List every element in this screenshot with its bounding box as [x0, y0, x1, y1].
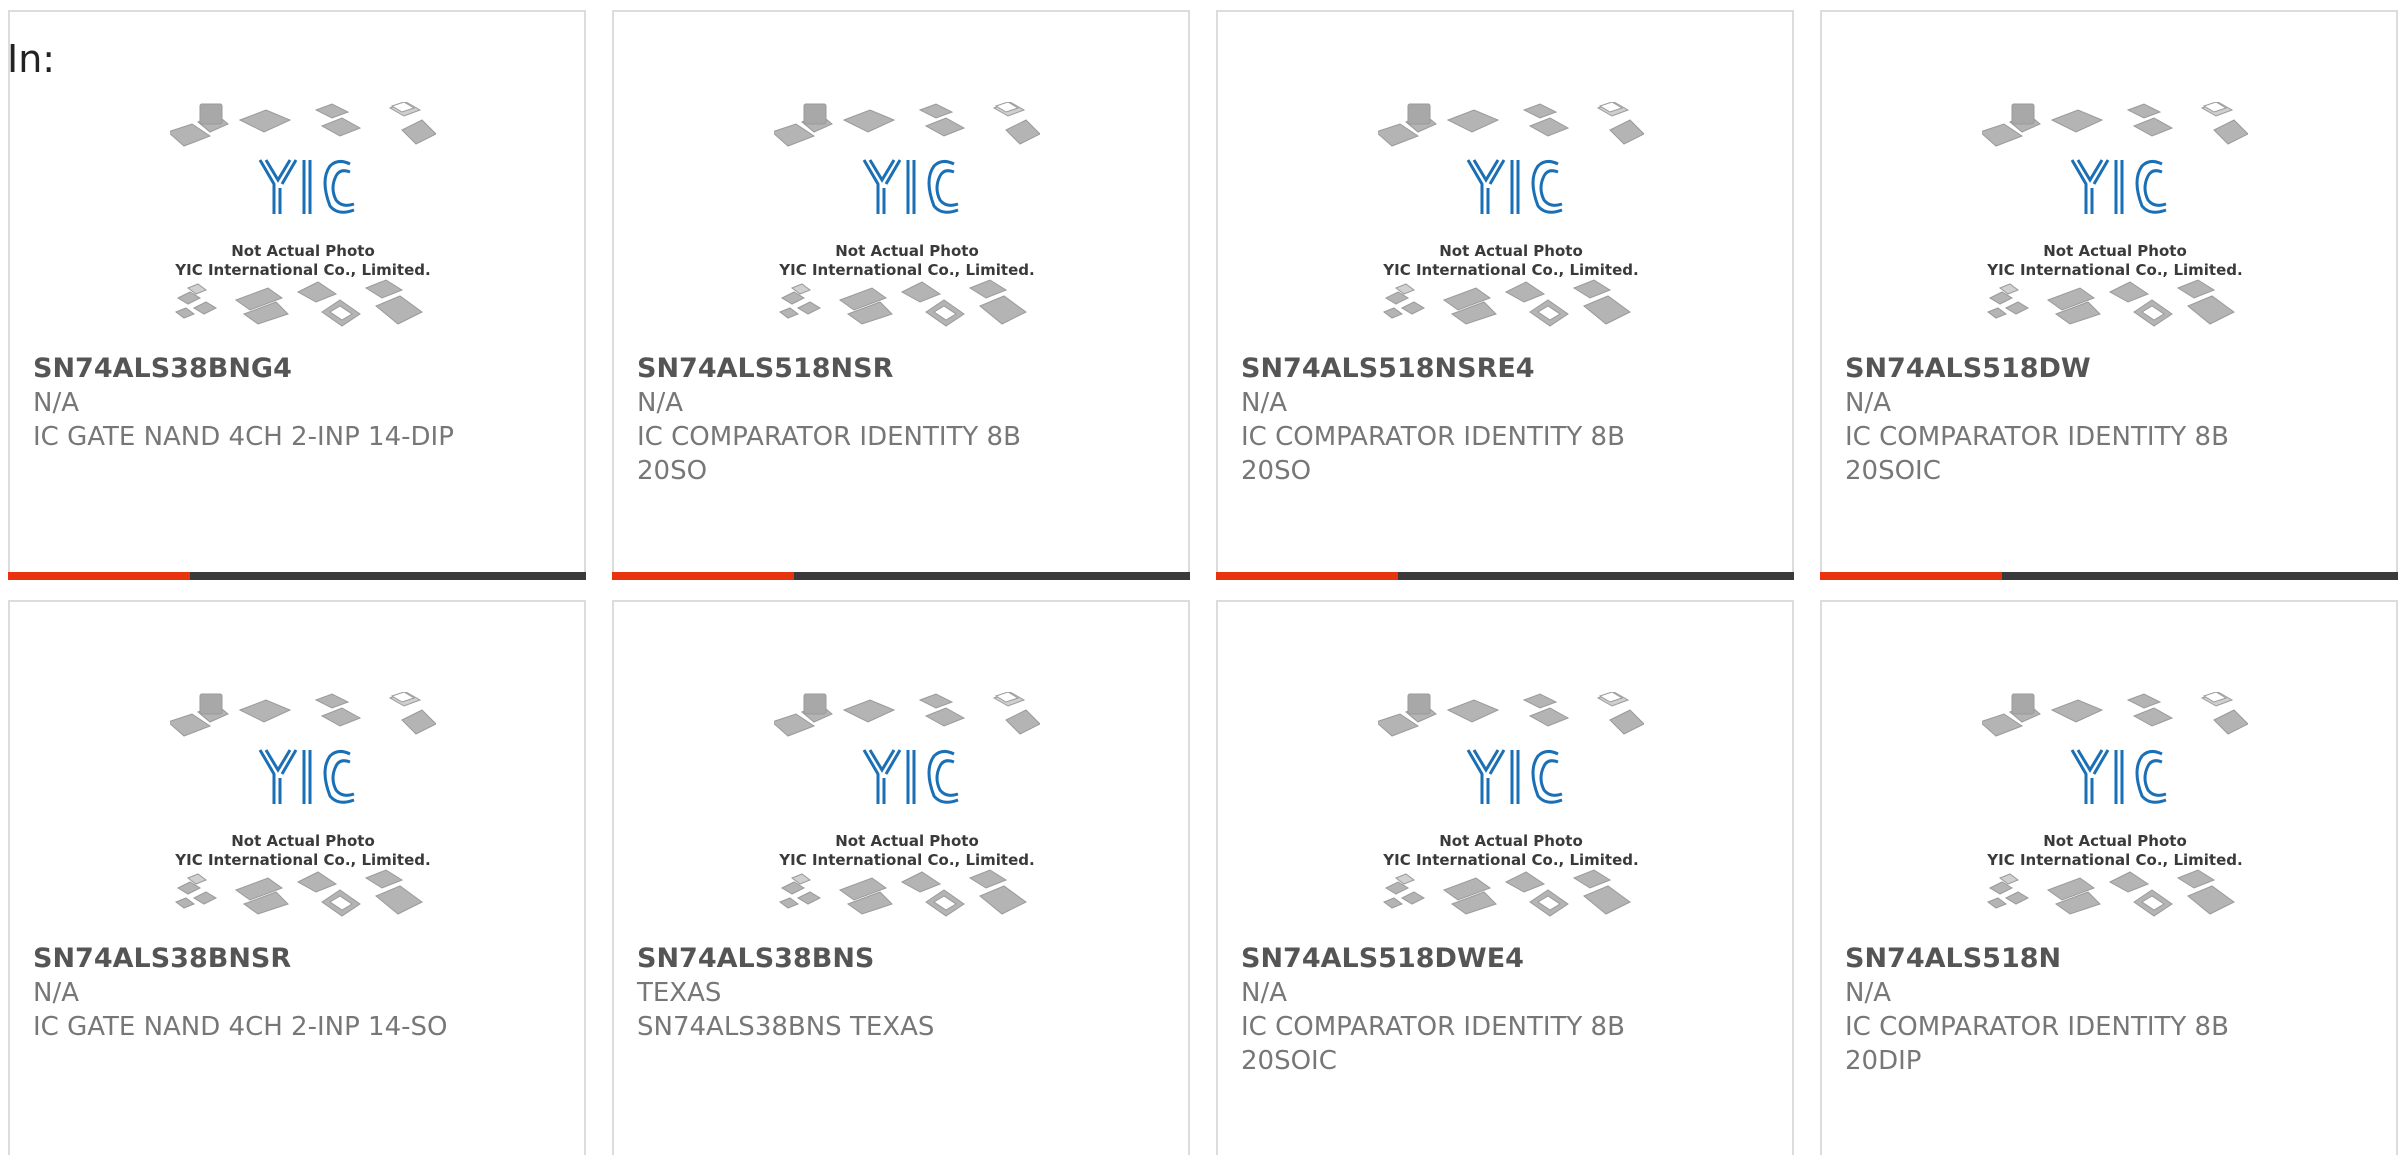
card-accent-bar — [1216, 572, 1398, 580]
description: IC COMPARATOR IDENTITY 8B 20DIP — [1845, 1012, 2229, 1076]
card-bottom-bar — [612, 572, 1190, 580]
product-photo-placeholder[interactable]: Not Actual Photo YIC International Co., L… — [1982, 102, 2248, 338]
product-card[interactable]: Not Actual Photo YIC International Co., L… — [1216, 600, 1794, 1155]
card-accent-bar — [8, 572, 190, 580]
photo-caption-line1: Not Actual Photo — [1439, 242, 1583, 260]
product-card[interactable]: Not Actual Photo YIC International Co., L… — [1820, 10, 2398, 580]
card-accent-bar — [612, 572, 794, 580]
part-number-link[interactable]: SN74ALS518N — [1845, 942, 2376, 976]
photo-caption-line1: Not Actual Photo — [2043, 242, 2187, 260]
photo-caption: Not Actual Photo YIC International Co., L… — [170, 242, 436, 280]
photo-caption: Not Actual Photo YIC International Co., L… — [774, 242, 1040, 280]
photo-caption-line2: YIC International Co., Limited. — [175, 851, 431, 869]
product-info: SN74ALS38BNG4 N/A IC GATE NAND 4CH 2-INP 1… — [33, 352, 564, 454]
description: IC COMPARATOR IDENTITY 8B 20SO — [1241, 422, 1625, 486]
photo-caption: Not Actual Photo YIC International Co., L… — [1378, 242, 1644, 280]
card-bottom-bar — [8, 572, 586, 580]
photo-caption-line1: Not Actual Photo — [231, 832, 375, 850]
product-info: SN74ALS518DWE4 N/A IC COMPARATOR IDENTITY … — [1241, 942, 1772, 1078]
part-number-link[interactable]: SN74ALS518NSRE4 — [1241, 352, 1772, 386]
description: IC COMPARATOR IDENTITY 8B 20SO — [637, 422, 1021, 486]
card-bottom-bar — [1820, 572, 2398, 580]
product-listing-page: In: Not Actual Photo YIC International C… — [0, 0, 2400, 1155]
manufacturer: N/A — [33, 388, 79, 418]
product-photo-placeholder[interactable]: Not Actual Photo YIC International Co., L… — [1982, 692, 2248, 928]
part-number-link[interactable]: SN74ALS518NSR — [637, 352, 1168, 386]
photo-caption-line2: YIC International Co., Limited. — [1383, 261, 1639, 279]
product-info: SN74ALS518N N/A IC COMPARATOR IDENTITY 8B … — [1845, 942, 2376, 1078]
product-card[interactable]: Not Actual Photo YIC International Co., L… — [8, 10, 586, 580]
photo-caption-line1: Not Actual Photo — [231, 242, 375, 260]
product-card[interactable]: Not Actual Photo YIC International Co., L… — [612, 600, 1190, 1155]
chip-packages-image — [1378, 102, 1644, 327]
chip-packages-image — [170, 102, 436, 327]
product-info: SN74ALS518NSRE4 N/A IC COMPARATOR IDENTITY… — [1241, 352, 1772, 488]
description: IC COMPARATOR IDENTITY 8B 20SOIC — [1241, 1012, 1625, 1076]
product-card[interactable]: Not Actual Photo YIC International Co., L… — [612, 10, 1190, 580]
product-card[interactable]: Not Actual Photo YIC International Co., L… — [8, 600, 586, 1155]
photo-caption: Not Actual Photo YIC International Co., L… — [170, 832, 436, 870]
manufacturer: N/A — [33, 978, 79, 1008]
card-accent-bar — [1820, 572, 2002, 580]
manufacturer: N/A — [1241, 388, 1287, 418]
part-number-link[interactable]: SN74ALS518DW — [1845, 352, 2376, 386]
description: IC COMPARATOR IDENTITY 8B 20SOIC — [1845, 422, 2229, 486]
photo-caption-line2: YIC International Co., Limited. — [1987, 261, 2243, 279]
photo-caption-line2: YIC International Co., Limited. — [175, 261, 431, 279]
part-number-link[interactable]: SN74ALS38BNSR — [33, 942, 564, 976]
chip-packages-image — [1378, 692, 1644, 917]
photo-caption-line2: YIC International Co., Limited. — [1383, 851, 1639, 869]
photo-caption-line1: Not Actual Photo — [835, 242, 979, 260]
part-number-link[interactable]: SN74ALS518DWE4 — [1241, 942, 1772, 976]
product-card[interactable]: Not Actual Photo YIC International Co., L… — [1820, 600, 2398, 1155]
photo-caption-line1: Not Actual Photo — [835, 832, 979, 850]
product-info: SN74ALS38BNSR N/A IC GATE NAND 4CH 2-INP 1… — [33, 942, 564, 1044]
manufacturer: TEXAS — [637, 978, 722, 1008]
part-number-link[interactable]: SN74ALS38BNG4 — [33, 352, 564, 386]
product-photo-placeholder[interactable]: Not Actual Photo YIC International Co., L… — [774, 102, 1040, 338]
chip-packages-image — [774, 692, 1040, 917]
photo-caption: Not Actual Photo YIC International Co., L… — [774, 832, 1040, 870]
product-card[interactable]: Not Actual Photo YIC International Co., L… — [1216, 10, 1794, 580]
product-info: SN74ALS518NSR N/A IC COMPARATOR IDENTITY 8… — [637, 352, 1168, 488]
manufacturer: N/A — [1241, 978, 1287, 1008]
manufacturer: N/A — [1845, 978, 1891, 1008]
filter-label: In: — [7, 37, 56, 81]
product-info: SN74ALS38BNS TEXAS SN74ALS38BNS TEXAS — [637, 942, 1168, 1044]
card-bottom-bar — [1216, 572, 1794, 580]
product-photo-placeholder[interactable]: Not Actual Photo YIC International Co., L… — [1378, 102, 1644, 338]
photo-caption-line2: YIC International Co., Limited. — [779, 851, 1035, 869]
photo-caption: Not Actual Photo YIC International Co., L… — [1378, 832, 1644, 870]
chip-packages-image — [774, 102, 1040, 327]
product-info: SN74ALS518DW N/A IC COMPARATOR IDENTITY 8B… — [1845, 352, 2376, 488]
chip-packages-image — [1982, 102, 2248, 327]
manufacturer: N/A — [637, 388, 683, 418]
manufacturer: N/A — [1845, 388, 1891, 418]
product-photo-placeholder[interactable]: Not Actual Photo YIC International Co., L… — [774, 692, 1040, 928]
photo-caption-line2: YIC International Co., Limited. — [779, 261, 1035, 279]
product-photo-placeholder[interactable]: Not Actual Photo YIC International Co., L… — [170, 692, 436, 928]
part-number-link[interactable]: SN74ALS38BNS — [637, 942, 1168, 976]
description: SN74ALS38BNS TEXAS — [637, 1012, 935, 1042]
photo-caption-line2: YIC International Co., Limited. — [1987, 851, 2243, 869]
chip-packages-image — [1982, 692, 2248, 917]
photo-caption-line1: Not Actual Photo — [2043, 832, 2187, 850]
photo-caption-line1: Not Actual Photo — [1439, 832, 1583, 850]
product-photo-placeholder[interactable]: Not Actual Photo YIC International Co., L… — [170, 102, 436, 338]
description: IC GATE NAND 4CH 2-INP 14-DIP — [33, 422, 454, 452]
photo-caption: Not Actual Photo YIC International Co., L… — [1982, 832, 2248, 870]
photo-caption: Not Actual Photo YIC International Co., L… — [1982, 242, 2248, 280]
product-photo-placeholder[interactable]: Not Actual Photo YIC International Co., L… — [1378, 692, 1644, 928]
chip-packages-image — [170, 692, 436, 917]
description: IC GATE NAND 4CH 2-INP 14-SO — [33, 1012, 448, 1042]
